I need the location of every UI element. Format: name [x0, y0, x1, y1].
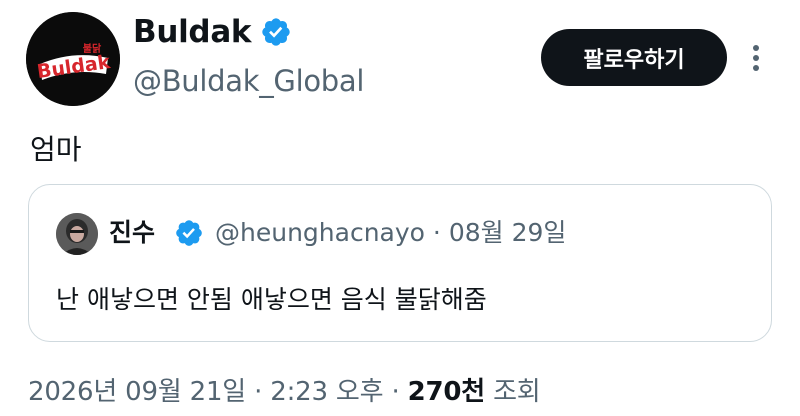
quote-tweet-card[interactable]: 진수 @heunghacnayo · 08월 29일 난 애낳으면 안됨 애낳으… — [28, 184, 772, 342]
author-handle[interactable]: @Buldak_Global — [133, 64, 364, 98]
quote-separator: · — [432, 218, 441, 247]
quote-author-name[interactable]: 진수 — [109, 213, 155, 249]
person-avatar-icon — [56, 213, 98, 255]
quote-verified-badge-icon — [176, 220, 202, 246]
tweet-text: 엄마 — [30, 133, 82, 166]
tweet-date[interactable]: 2026년 09월 21일 — [28, 377, 246, 407]
tweet-time[interactable]: 2:23 오후 — [270, 377, 383, 407]
more-vertical-icon[interactable] — [746, 40, 766, 76]
quote-handle[interactable]: @heunghacnayo — [215, 218, 425, 247]
author-avatar[interactable]: Buldak 불닭 — [26, 12, 120, 106]
quote-date[interactable]: 08월 29일 — [449, 218, 567, 247]
footer-separator: · — [391, 377, 400, 407]
logo-small-text: 불닭 — [83, 43, 102, 55]
quote-meta: @heunghacnayo · 08월 29일 — [215, 213, 566, 249]
author-name-row[interactable]: Buldak — [133, 14, 292, 50]
quote-text: 난 애낳으면 안됨 애낳으면 음식 불닭해줌 — [56, 285, 487, 314]
quote-author-avatar[interactable] — [56, 213, 98, 255]
views-count: 270천 — [407, 377, 486, 407]
tweet-footer: 2026년 09월 21일 · 2:23 오후 · 270천 조회 — [28, 371, 541, 408]
verified-badge-icon — [262, 18, 290, 46]
views-label: 조회 — [493, 377, 541, 407]
follow-button[interactable]: 팔로우하기 — [541, 29, 727, 86]
footer-separator: · — [254, 377, 263, 407]
buldak-logo-icon: Buldak 불닭 — [26, 12, 120, 106]
author-display-name[interactable]: Buldak — [133, 14, 252, 50]
